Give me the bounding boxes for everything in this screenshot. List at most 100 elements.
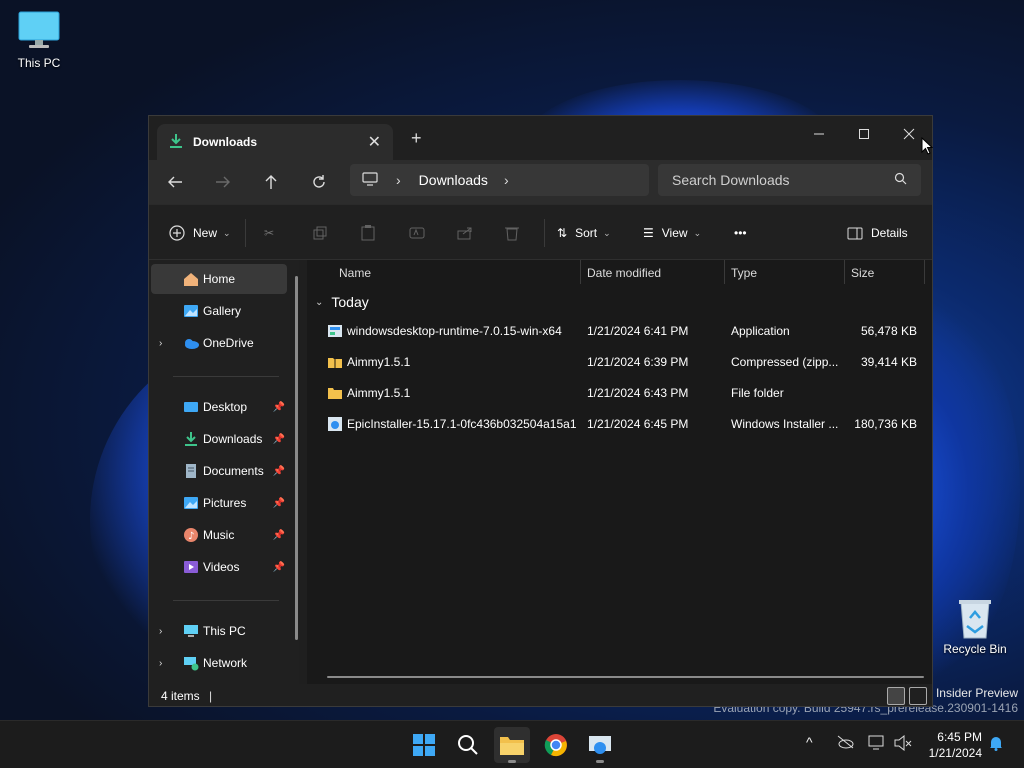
share-button[interactable] <box>457 219 473 247</box>
pin-icon[interactable]: 📌 <box>273 466 285 477</box>
sidebar-item-label: This PC <box>203 624 246 638</box>
volume-muted-icon[interactable] <box>894 734 912 754</box>
chevron-right-icon[interactable]: › <box>159 658 162 669</box>
pin-icon[interactable]: 📌 <box>273 562 285 573</box>
breadcrumb-downloads[interactable]: Downloads <box>419 172 488 188</box>
file-explorer-window: Downloads ✕ + › Downloads › Search Downl… <box>148 115 933 707</box>
sidebar-item-this-pc[interactable]: › This PC <box>151 616 287 646</box>
file-name: Aimmy1.5.1 <box>347 355 411 369</box>
table-row[interactable]: Aimmy1.5.1 1/21/2024 6:43 PM File folder <box>307 378 932 408</box>
file-name: Aimmy1.5.1 <box>347 386 411 400</box>
chevron-right-icon[interactable]: › <box>504 172 509 188</box>
chevron-right-icon[interactable]: › <box>159 338 162 349</box>
sidebar-item-desktop[interactable]: Desktop 📌 <box>151 392 287 422</box>
table-row[interactable]: windowsdesktop-runtime-7.0.15-win-x64 1/… <box>307 316 932 346</box>
monitor-icon <box>183 623 199 639</box>
column-header-size[interactable]: Size <box>851 260 874 286</box>
sidebar-item-home[interactable]: Home <box>151 264 287 294</box>
chevron-up-icon[interactable]: ^ <box>806 734 813 750</box>
new-tab-button[interactable]: + <box>411 128 422 149</box>
table-row[interactable]: Aimmy1.5.1 1/21/2024 6:39 PM Compressed … <box>307 347 932 377</box>
file-date: 1/21/2024 6:41 PM <box>587 324 689 338</box>
start-button[interactable] <box>406 727 442 763</box>
sort-button[interactable]: ⇅ Sort ⌄ <box>557 219 611 247</box>
group-label: Today <box>331 294 369 310</box>
forward-button[interactable] <box>207 168 239 196</box>
command-bar: New ⌄ ✂ ⇅ Sort ⌄ ☰ View ⌄ ••• Details <box>149 204 932 260</box>
delete-button[interactable] <box>505 219 519 247</box>
navigation-pane: Home Gallery › OneDrive Desktop 📌 Downlo… <box>149 260 299 684</box>
file-type: File folder <box>731 386 784 400</box>
pictures-icon <box>183 495 199 511</box>
search-button[interactable] <box>450 727 486 763</box>
desktop-icon-this-pc[interactable]: This PC <box>0 10 78 70</box>
column-label: Size <box>851 266 875 280</box>
horizontal-scrollbar[interactable] <box>327 676 924 678</box>
installer-taskbar-button[interactable] <box>582 727 618 763</box>
column-header-date[interactable]: Date modified <box>587 260 661 286</box>
sidebar-item-music[interactable]: ♪ Music 📌 <box>151 520 287 550</box>
group-header-today[interactable]: ⌄ Today <box>315 294 369 310</box>
chrome-icon <box>544 734 567 757</box>
pin-icon[interactable]: 📌 <box>273 498 285 509</box>
copy-button[interactable] <box>313 219 327 247</box>
clipboard-icon <box>361 225 375 241</box>
large-icons-view-toggle-icon[interactable] <box>909 687 927 705</box>
column-divider[interactable] <box>924 260 925 284</box>
more-options-button[interactable]: ••• <box>734 219 747 247</box>
maximize-button[interactable] <box>842 120 886 148</box>
file-explorer-taskbar-button[interactable] <box>494 727 530 763</box>
sidebar-item-documents[interactable]: Documents 📌 <box>151 456 287 486</box>
refresh-button[interactable] <box>303 168 335 196</box>
copy-icon <box>313 226 327 240</box>
chevron-down-icon: ⌄ <box>693 227 702 238</box>
cloud-offline-icon[interactable] <box>836 735 854 752</box>
pin-icon[interactable]: 📌 <box>273 402 285 413</box>
pin-icon[interactable]: 📌 <box>273 434 285 445</box>
column-divider[interactable] <box>580 260 581 284</box>
paste-button[interactable] <box>361 219 375 247</box>
sidebar-item-onedrive[interactable]: › OneDrive <box>151 328 287 358</box>
column-header-name[interactable]: Name <box>339 260 371 286</box>
sidebar-item-pictures[interactable]: Pictures 📌 <box>151 488 287 518</box>
chevron-down-icon: ⌄ <box>603 227 611 238</box>
column-header-type[interactable]: Type <box>731 260 757 286</box>
new-button[interactable]: New ⌄ <box>169 219 231 247</box>
tab-close-icon[interactable]: ✕ <box>368 132 381 152</box>
cut-button[interactable]: ✂ <box>264 219 274 247</box>
rename-button[interactable] <box>409 219 425 247</box>
notification-bell-icon[interactable] <box>988 735 1004 754</box>
mouse-cursor-icon <box>921 136 934 158</box>
sidebar-item-label: Gallery <box>203 304 242 318</box>
back-button[interactable] <box>159 168 191 196</box>
search-input[interactable]: Search Downloads <box>658 164 921 196</box>
details-view-toggle-icon[interactable] <box>887 687 905 705</box>
column-label: Name <box>339 266 372 280</box>
sidebar-item-network[interactable]: › Network <box>151 648 287 678</box>
details-pane-icon <box>847 227 863 239</box>
sidebar-item-label: Downloads <box>203 432 263 446</box>
desktop-icon-recycle-bin[interactable]: Recycle Bin <box>936 596 1014 656</box>
network-icon[interactable] <box>868 735 886 754</box>
tab-downloads[interactable]: Downloads ✕ <box>157 124 393 160</box>
status-separator: | <box>209 689 213 703</box>
minimize-button[interactable] <box>797 120 841 148</box>
pin-icon[interactable]: 📌 <box>273 530 285 541</box>
arrow-left-icon <box>168 176 182 188</box>
details-button[interactable]: Details <box>847 219 908 247</box>
new-label: New <box>193 226 218 240</box>
sidebar-item-gallery[interactable]: Gallery <box>151 296 287 326</box>
sidebar-item-videos[interactable]: Videos 📌 <box>151 552 287 582</box>
clock[interactable]: 6:45 PM 1/21/2024 <box>918 729 982 761</box>
chrome-taskbar-button[interactable] <box>538 727 574 763</box>
view-button[interactable]: ☰ View ⌄ <box>643 219 701 247</box>
sidebar-scrollbar[interactable] <box>295 276 298 640</box>
column-divider[interactable] <box>844 260 845 284</box>
table-row[interactable]: EpicInstaller-15.17.1-0fc436b032504a15a1… <box>307 409 932 439</box>
sidebar-item-downloads[interactable]: Downloads 📌 <box>151 424 287 454</box>
chevron-right-icon[interactable]: › <box>396 172 401 188</box>
chevron-right-icon[interactable]: › <box>159 626 162 637</box>
up-button[interactable] <box>255 168 287 196</box>
address-bar[interactable]: › Downloads › <box>350 164 649 196</box>
column-divider[interactable] <box>724 260 725 284</box>
